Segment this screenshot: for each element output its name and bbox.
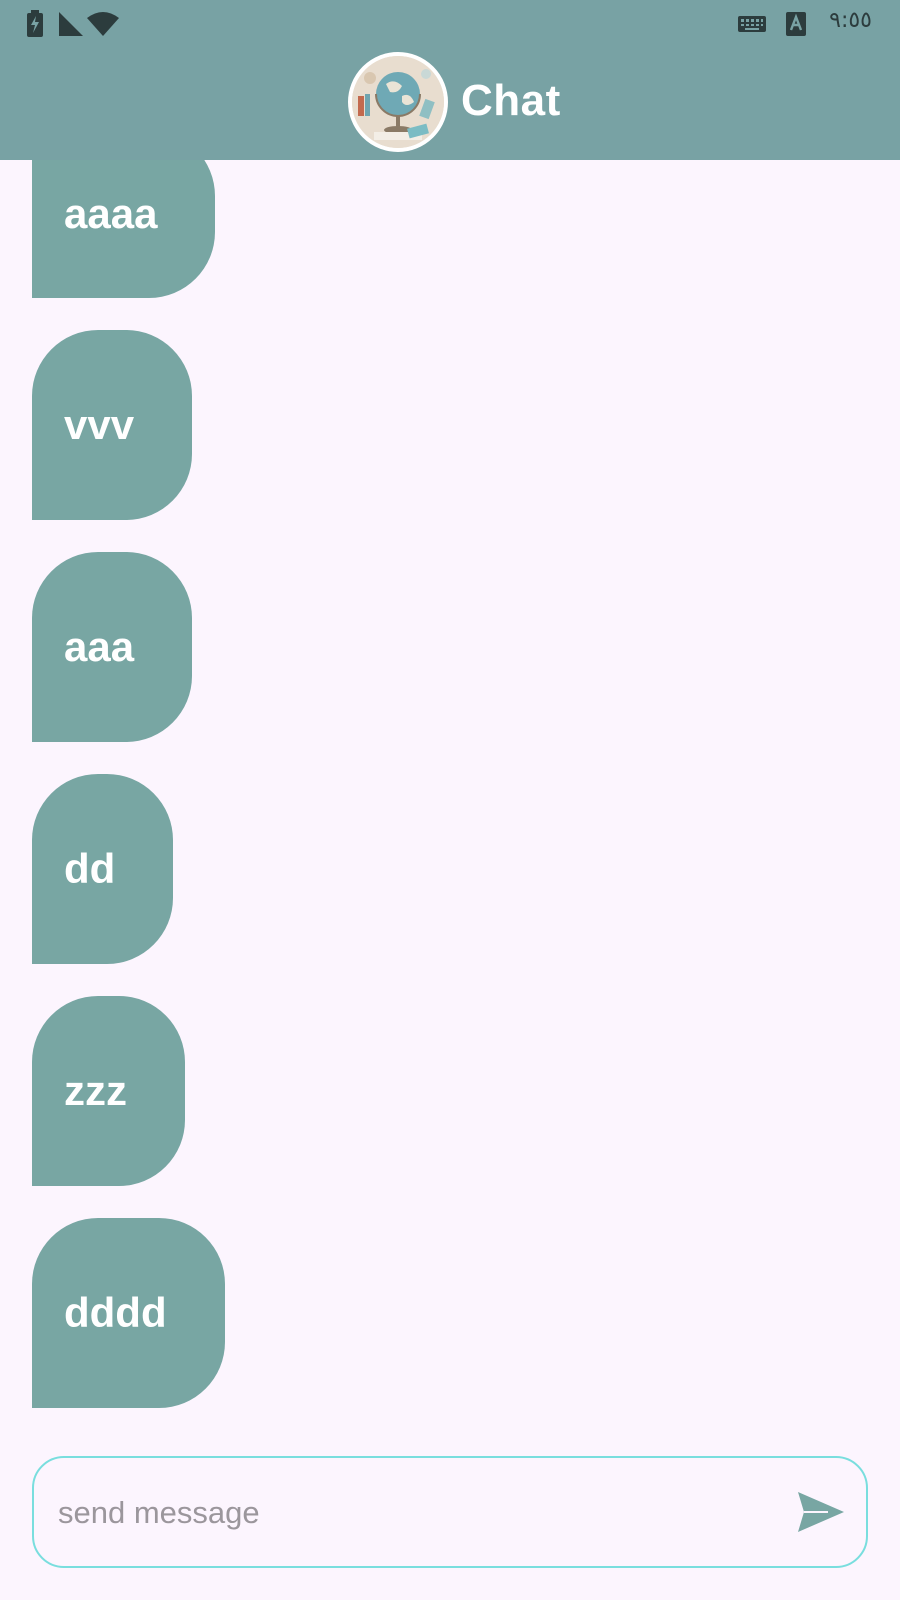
message-bubble[interactable]: aaa	[32, 552, 193, 742]
globe-avatar-image	[352, 56, 444, 148]
message-bubble[interactable]: dddd	[32, 1218, 225, 1408]
message-text: dddd	[64, 1289, 167, 1336]
message-bubble[interactable]: vvv	[32, 330, 193, 520]
avatar[interactable]	[348, 52, 448, 152]
cell-signal-icon	[59, 12, 83, 36]
message-bubble[interactable]: dd	[32, 774, 174, 964]
message-composer	[32, 1456, 868, 1568]
send-icon[interactable]	[798, 1492, 844, 1532]
chat-screen: ٩:٥٥ Chat aaaa vvv aaa dd zzz dddd send …	[0, 0, 900, 1600]
battery-charging-icon	[27, 10, 43, 37]
page-title: Chat	[461, 76, 561, 125]
status-time: ٩:٥٥	[829, 8, 872, 33]
message-text: zzz	[64, 1067, 127, 1114]
message-text: vvv	[64, 401, 135, 448]
message-text: dd	[64, 845, 116, 892]
message-list[interactable]: aaaa vvv aaa dd zzz dddd	[0, 160, 900, 1430]
wifi-icon	[87, 12, 119, 36]
message-text: aaaa	[64, 190, 158, 237]
message-input[interactable]	[56, 1458, 760, 1568]
app-bar: Chat	[0, 46, 900, 160]
status-bar: ٩:٥٥	[0, 0, 900, 46]
message-bubble[interactable]: zzz	[32, 996, 185, 1186]
keyboard-icon	[738, 16, 766, 32]
message-text: aaa	[64, 623, 135, 670]
message-bubble[interactable]: aaaa	[32, 160, 216, 298]
accessibility-a-icon	[786, 12, 806, 36]
